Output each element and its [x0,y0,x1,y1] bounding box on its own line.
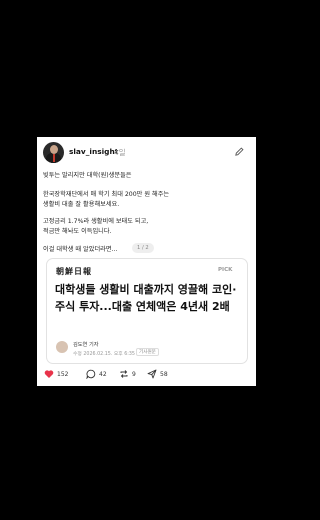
original-article-button[interactable]: 기사원문 [136,348,159,356]
page-indicator: 1 / 2 [132,243,154,253]
reporter-name: 김도연 기자 [73,342,99,348]
action-bar: 152 42 9 58 [44,368,249,380]
article-headline[interactable]: 대학생들 생활비 대출까지 영끌해 코인·주식 투자...대출 연체액은 4년새… [55,281,245,315]
repost-icon [120,370,128,378]
post-line-5: 적금만 해놔도 이득입니다. [43,228,112,235]
repost-button[interactable]: 9 [119,368,136,380]
comment-button[interactable]: 42 [86,368,107,380]
comment-icon [86,369,96,379]
post-line-1: 빚투는 말리지만 대학(원)생분들은 [43,172,132,179]
post-card: slav_insight 4일 빚투는 말리지만 대학(원)생분들은 한국장학재… [37,137,256,386]
news-link-card[interactable]: 朝鮮日報 PICK 대학생들 생활비 대출까지 영끌해 코인·주식 투자...대… [46,258,248,364]
post-time: 4일 [114,148,126,157]
like-button[interactable]: 152 [44,368,68,380]
post-line-3: 생활비 대출 잘 활용해보세요. [43,201,120,208]
publisher-logo: 朝鮮日報 [56,266,92,276]
post-line-4: 고정금리 1.7%라 생활비에 보태도 되고, [43,218,149,225]
heart-icon [44,370,54,378]
pick-badge: PICK [218,267,233,273]
repost-count: 9 [132,370,136,378]
article-updated: 수정 2026.02.15. 오후 6:35 [73,352,135,357]
username[interactable]: slav_insight [69,147,118,156]
share-button[interactable]: 58 [147,368,168,380]
share-count: 58 [160,370,168,378]
post-line-6: 이걸 대학생 때 알았더라면... [43,246,118,253]
avatar[interactable] [43,142,64,163]
post-line-2: 한국장학재단에서 매 학기 최대 200만 원 해주는 [43,191,170,198]
edit-icon[interactable] [234,146,245,157]
comment-count: 42 [99,370,107,378]
like-count: 152 [57,370,69,378]
send-icon [147,369,157,379]
reporter-avatar [56,341,68,353]
